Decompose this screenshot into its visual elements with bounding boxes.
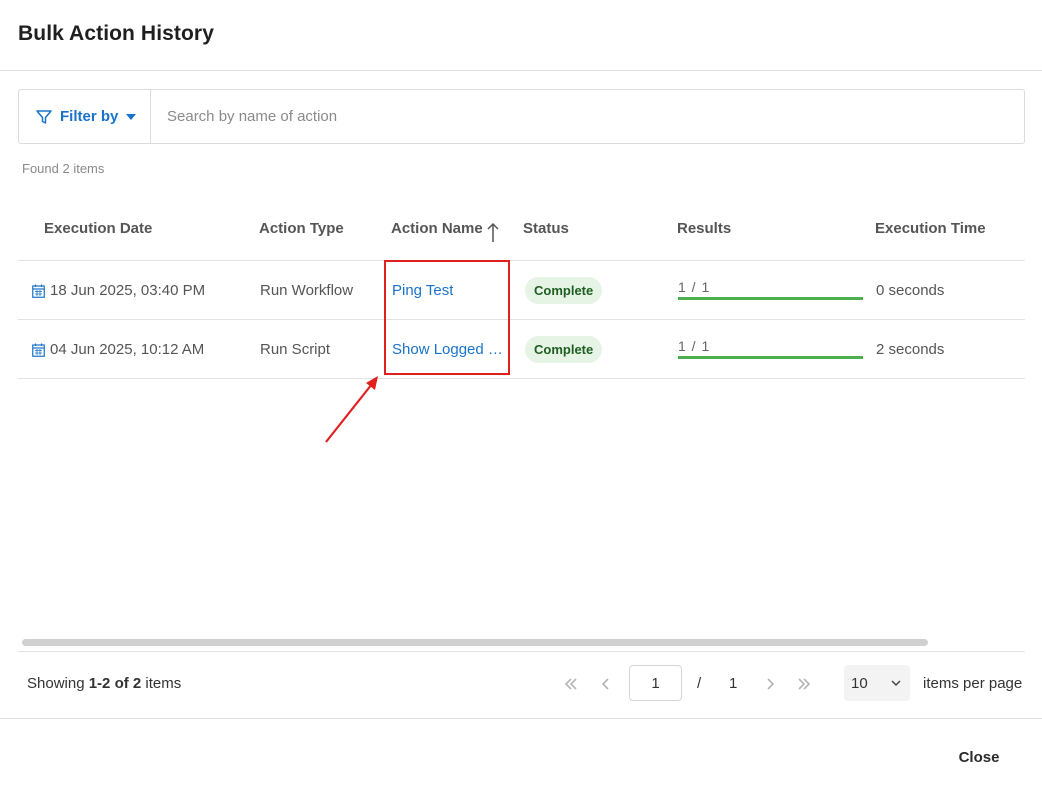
- action-name-link[interactable]: Ping Test: [392, 282, 453, 299]
- items-per-page-select[interactable]: 10: [844, 665, 910, 701]
- results-cell: 1 / 1: [678, 338, 863, 359]
- column-header-results[interactable]: Results: [677, 220, 731, 237]
- page-number-input[interactable]: [629, 665, 682, 701]
- table-row[interactable]: 18 Jun 2025, 03:40 PM Run Workflow Ping …: [18, 261, 1025, 320]
- search-toolbar: Filter by: [18, 89, 1025, 144]
- found-items-count: Found 2 items: [22, 161, 105, 176]
- filter-by-label: Filter by: [60, 108, 119, 125]
- action-name-link[interactable]: Show Logged i…: [392, 341, 505, 358]
- actions-table: Execution Date Action Type Action Name S…: [18, 199, 1025, 379]
- results-progress-bar: [678, 356, 863, 359]
- filter-by-button[interactable]: Filter by: [19, 90, 151, 143]
- showing-prefix: Showing: [27, 675, 89, 692]
- table-header: Execution Date Action Type Action Name S…: [18, 199, 1025, 261]
- column-header-status[interactable]: Status: [523, 220, 569, 237]
- execution-date-text: 18 Jun 2025, 03:40 PM: [50, 282, 206, 299]
- column-header-execution-time[interactable]: Execution Time: [875, 220, 986, 237]
- showing-range: 1-2 of 2: [88, 675, 142, 692]
- status-badge: Complete: [525, 277, 603, 304]
- horizontal-scrollbar[interactable]: [22, 639, 928, 646]
- results-progress-fill: [678, 297, 863, 300]
- close-button[interactable]: Close: [946, 740, 1012, 774]
- action-type-cell: Run Script: [260, 341, 331, 358]
- results-progress-fill: [678, 356, 863, 359]
- caret-down-icon: [126, 113, 137, 120]
- action-type-cell: Run Workflow: [260, 282, 354, 299]
- execution-time-cell: 0 seconds: [876, 282, 945, 299]
- page-separator: /: [697, 675, 702, 692]
- status-badge: Complete: [525, 336, 603, 363]
- dialog-title: Bulk Action History: [18, 22, 214, 45]
- chevron-left-icon[interactable]: [598, 676, 614, 692]
- total-pages: 1: [729, 675, 738, 692]
- arrow-up-icon[interactable]: [486, 221, 500, 243]
- divider: [18, 651, 1025, 652]
- chevron-down-icon: [891, 680, 901, 687]
- divider: [0, 718, 1042, 719]
- column-header-action-name[interactable]: Action Name: [391, 220, 483, 237]
- items-per-page-label: items per page: [923, 675, 1023, 692]
- execution-date-cell: 04 Jun 2025, 10:12 AM: [32, 341, 204, 358]
- double-chevron-left-icon[interactable]: [563, 676, 579, 692]
- column-header-execution-date[interactable]: Execution Date: [44, 220, 152, 237]
- execution-date-text: 04 Jun 2025, 10:12 AM: [50, 341, 205, 358]
- bulk-action-history-dialog: Bulk Action History Filter by Found 2 it…: [0, 0, 1042, 793]
- execution-time-cell: 2 seconds: [876, 341, 945, 358]
- results-text: 1 / 1: [678, 338, 711, 354]
- column-header-action-type[interactable]: Action Type: [259, 220, 344, 237]
- dialog-header: Bulk Action History: [0, 0, 1042, 71]
- results-progress-bar: [678, 297, 863, 300]
- results-text: 1 / 1: [678, 279, 711, 295]
- search-input[interactable]: [151, 90, 1024, 143]
- items-per-page-value: 10: [851, 674, 868, 692]
- calendar-icon: [32, 284, 45, 298]
- funnel-icon: [36, 109, 52, 124]
- showing-suffix: items: [141, 675, 182, 692]
- table-row[interactable]: 04 Jun 2025, 10:12 AM Run Script Show Lo…: [18, 320, 1025, 379]
- double-chevron-right-icon[interactable]: [796, 676, 812, 692]
- execution-date-cell: 18 Jun 2025, 03:40 PM: [32, 282, 205, 299]
- chevron-right-icon[interactable]: [762, 676, 778, 692]
- showing-items-text: Showing 1-2 of 2 items: [27, 675, 181, 692]
- calendar-icon: [32, 343, 45, 357]
- results-cell: 1 / 1: [678, 279, 863, 300]
- annotation-arrow: [325, 376, 378, 443]
